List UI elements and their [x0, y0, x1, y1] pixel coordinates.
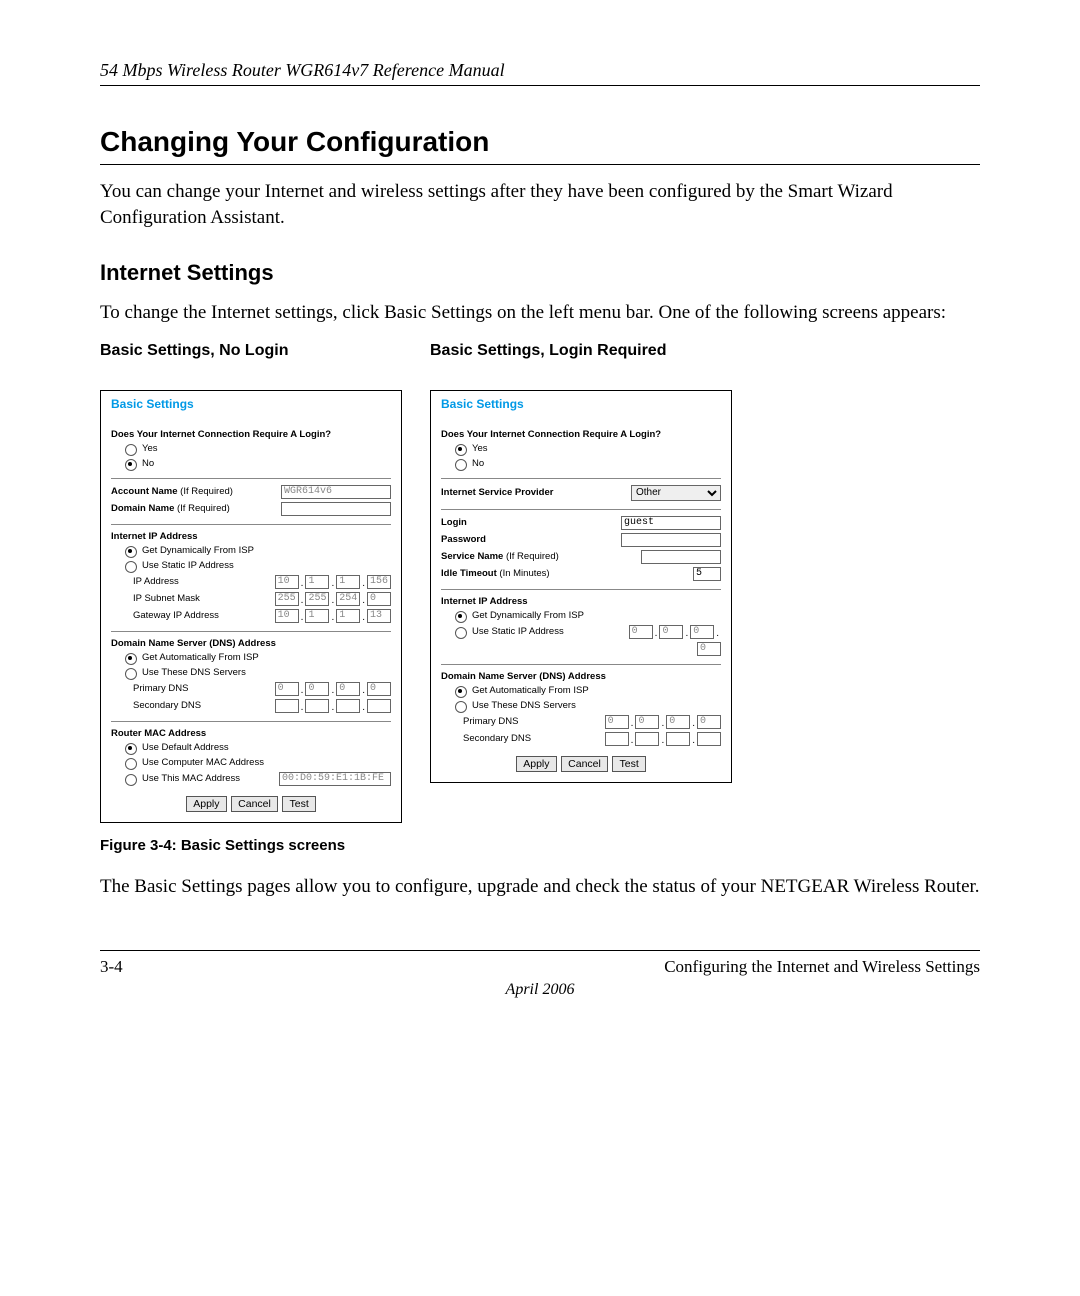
panel-title: Basic Settings	[111, 397, 391, 411]
radio-icon	[455, 686, 467, 698]
dns-header: Domain Name Server (DNS) Address	[441, 671, 721, 682]
service-name-label: Service Name (If Required)	[441, 551, 641, 562]
intro-paragraph: You can change your Internet and wireles…	[100, 179, 980, 230]
subnet-label: IP Subnet Mask	[133, 593, 275, 604]
radio-icon	[125, 546, 137, 558]
basic-settings-panel-login: Basic Settings Does Your Internet Connec…	[430, 390, 732, 783]
get-auto-row[interactable]: Get Automatically From ISP	[111, 652, 391, 664]
ip-address-input[interactable]: ...	[275, 575, 391, 589]
service-name-input[interactable]	[641, 550, 721, 564]
account-name-label: Account Name (If Required)	[111, 486, 281, 497]
ip-addr-label: IP Address	[133, 576, 275, 587]
pdns-label: Primary DNS	[133, 683, 275, 694]
password-input[interactable]	[621, 533, 721, 547]
radio-icon	[455, 611, 467, 623]
get-dyn-row[interactable]: Get Dynamically From ISP	[111, 545, 391, 557]
dns-header: Domain Name Server (DNS) Address	[111, 638, 391, 649]
password-label: Password	[441, 534, 621, 545]
radio-icon	[125, 561, 137, 573]
apply-button[interactable]: Apply	[186, 796, 226, 812]
use-this-mac-row[interactable]: Use This MAC Address	[111, 772, 391, 786]
login-question: Does Your Internet Connection Require A …	[441, 429, 721, 440]
use-default-mac[interactable]: Use Default Address	[111, 742, 391, 754]
account-name-input[interactable]	[281, 485, 391, 499]
apply-button[interactable]: Apply	[516, 756, 556, 772]
radio-icon	[125, 459, 137, 471]
screenshot-columns: Basic Settings, No Login Basic Settings …	[100, 342, 980, 823]
radio-icon	[125, 668, 137, 680]
login-yes-row[interactable]: Yes	[441, 443, 721, 455]
test-button[interactable]: Test	[612, 756, 645, 772]
right-column: Basic Settings, Login Required Basic Set…	[430, 342, 732, 823]
right-col-title: Basic Settings, Login Required	[430, 342, 732, 360]
footer-rule	[100, 950, 980, 951]
pdns-input[interactable]: ...	[605, 715, 721, 729]
get-dyn-row[interactable]: Get Dynamically From ISP	[441, 610, 721, 622]
no-label: No	[142, 458, 154, 469]
sdns-label: Secondary DNS	[463, 733, 605, 744]
use-comp-mac[interactable]: Use Computer MAC Address	[111, 757, 391, 769]
left-column: Basic Settings, No Login Basic Settings …	[100, 342, 402, 823]
section-heading: Changing Your Configuration	[100, 126, 980, 158]
radio-icon	[455, 627, 467, 639]
left-col-title: Basic Settings, No Login	[100, 342, 402, 360]
figure-caption: Figure 3-4: Basic Settings screens	[100, 837, 980, 854]
static-ip-4th[interactable]	[697, 642, 721, 656]
radio-icon	[125, 758, 137, 770]
domain-name-input[interactable]	[281, 502, 391, 516]
isp-label: Internet Service Provider	[441, 487, 631, 498]
isp-select[interactable]: Other	[631, 485, 721, 501]
ip-header: Internet IP Address	[111, 531, 391, 542]
subsection-heading: Internet Settings	[100, 260, 980, 286]
radio-icon	[125, 774, 137, 786]
subsection-paragraph: To change the Internet settings, click B…	[100, 300, 980, 326]
radio-icon	[125, 743, 137, 755]
login-input[interactable]	[621, 516, 721, 530]
basic-settings-panel-no-login: Basic Settings Does Your Internet Connec…	[100, 390, 402, 823]
ip-header: Internet IP Address	[441, 596, 721, 607]
subnet-input[interactable]: ...	[275, 592, 391, 606]
login-question: Does Your Internet Connection Require A …	[111, 429, 391, 440]
header-rule	[100, 85, 980, 86]
login-no-row[interactable]: No	[441, 458, 721, 470]
radio-icon	[125, 444, 137, 456]
use-static-row[interactable]: Use Static IP Address	[111, 560, 391, 572]
static-ip-input[interactable]: ...	[629, 625, 721, 639]
radio-icon	[455, 459, 467, 471]
yes-label: Yes	[142, 443, 158, 454]
panel-title: Basic Settings	[441, 397, 721, 411]
use-dns-row[interactable]: Use These DNS Servers	[441, 700, 721, 712]
login-no-row[interactable]: No	[111, 458, 391, 470]
domain-name-label: Domain Name (If Required)	[111, 503, 281, 514]
gateway-label: Gateway IP Address	[133, 610, 275, 621]
page-number: 3-4	[100, 957, 123, 977]
login-yes-row[interactable]: Yes	[111, 443, 391, 455]
radio-icon	[125, 653, 137, 665]
radio-icon	[455, 444, 467, 456]
closing-paragraph: The Basic Settings pages allow you to co…	[100, 874, 980, 900]
cancel-button[interactable]: Cancel	[561, 756, 608, 772]
idle-label: Idle Timeout (In Minutes)	[441, 568, 693, 579]
section-rule	[100, 164, 980, 165]
login-label: Login	[441, 517, 621, 528]
footer-date: April 2006	[100, 981, 980, 999]
chapter-title: Configuring the Internet and Wireless Se…	[664, 957, 980, 977]
sdns-label: Secondary DNS	[133, 700, 275, 711]
idle-input[interactable]	[693, 567, 721, 581]
use-dns-row[interactable]: Use These DNS Servers	[111, 667, 391, 679]
pdns-label: Primary DNS	[463, 716, 605, 727]
use-static-row[interactable]: Use Static IP Address ...	[441, 625, 721, 639]
sdns-input[interactable]: ...	[275, 699, 391, 713]
running-header: 54 Mbps Wireless Router WGR614v7 Referen…	[100, 60, 980, 81]
mac-input[interactable]	[279, 772, 391, 786]
cancel-button[interactable]: Cancel	[231, 796, 278, 812]
pdns-input[interactable]: ...	[275, 682, 391, 696]
page-footer: 3-4 Configuring the Internet and Wireles…	[100, 950, 980, 999]
sdns-input[interactable]: ...	[605, 732, 721, 746]
get-auto-row[interactable]: Get Automatically From ISP	[441, 685, 721, 697]
radio-icon	[455, 701, 467, 713]
test-button[interactable]: Test	[282, 796, 315, 812]
gateway-input[interactable]: ...	[275, 609, 391, 623]
mac-header: Router MAC Address	[111, 728, 391, 739]
